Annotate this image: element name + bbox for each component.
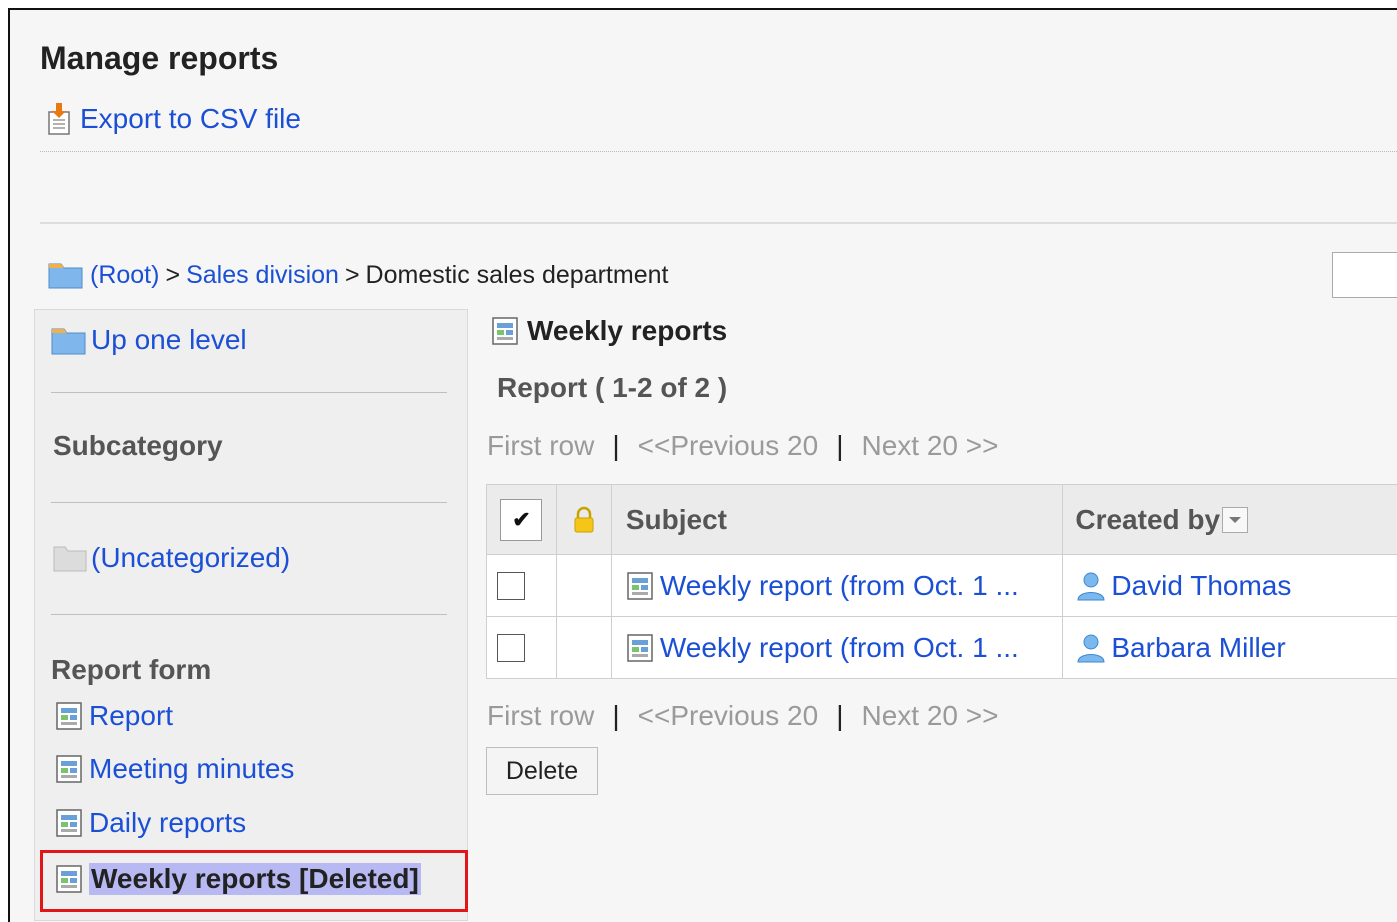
subcategory-heading: Subcategory xyxy=(53,430,223,461)
user-icon xyxy=(1077,572,1105,600)
report-form-label: Meeting minutes xyxy=(89,753,295,784)
report-form-icon xyxy=(56,865,82,893)
select-all-button[interactable]: ✔ xyxy=(500,498,543,541)
report-form-label: Daily reports xyxy=(89,807,247,838)
sidebar: Up one level Subcategory (Uncategorized)… xyxy=(34,309,468,921)
table-row: Weekly report (from Oct. 1 ... Barbara M… xyxy=(487,617,1397,679)
content-title: Weekly reports xyxy=(491,315,727,347)
report-count: Report ( 1-2 of 2 ) xyxy=(497,372,728,403)
row-checkbox[interactable] xyxy=(497,571,525,600)
report-form-link-daily-reports[interactable]: Daily reports xyxy=(55,807,246,839)
export-csv-label: Export to CSV file xyxy=(80,103,301,134)
header-created-by[interactable]: Created by xyxy=(1063,485,1397,555)
pager-next: Next 20 >> xyxy=(861,700,999,731)
export-csv-link[interactable]: Export to CSV file xyxy=(46,102,301,136)
delete-button[interactable]: Delete xyxy=(486,747,598,795)
divider xyxy=(40,151,1397,152)
pager-top: First row | <<Previous 20 | Next 20 >> xyxy=(487,430,998,462)
user-link[interactable]: Barbara Miller xyxy=(1075,631,1286,664)
header-subject: Subject xyxy=(611,485,1064,555)
sidebar-divider xyxy=(51,392,447,393)
user-name: Barbara Miller xyxy=(1111,631,1286,663)
user-link[interactable]: David Thomas xyxy=(1075,570,1291,602)
pager-first-row: First row xyxy=(487,700,595,731)
row-lock-cell xyxy=(556,617,612,679)
report-subject-label: Weekly report (from Oct. 1 ... xyxy=(659,569,1019,601)
row-created-by-cell: Barbara Miller xyxy=(1063,617,1397,679)
breadcrumb-separator: > xyxy=(344,260,360,289)
report-icon xyxy=(627,633,653,662)
lock-icon xyxy=(574,506,594,532)
row-created-by-cell: David Thomas xyxy=(1063,555,1397,617)
row-subject-cell: Weekly report (from Oct. 1 ... xyxy=(611,555,1064,617)
pager-previous: <<Previous 20 xyxy=(637,700,819,731)
folder-icon xyxy=(53,546,87,572)
breadcrumb-current: Domestic sales department xyxy=(365,260,669,289)
export-icon xyxy=(48,103,70,135)
uncategorized-link[interactable]: (Uncategorized) xyxy=(53,542,290,574)
row-checkbox[interactable] xyxy=(497,633,525,662)
pager-separator: | xyxy=(836,430,844,461)
breadcrumb-root-link[interactable]: (Root) xyxy=(90,261,159,290)
report-form-label: Report xyxy=(89,700,174,731)
selected-form-label: Weekly reports [Deleted] xyxy=(89,863,421,895)
row-subject-cell: Weekly report (from Oct. 1 ... xyxy=(611,617,1064,679)
up-one-level-label: Up one level xyxy=(91,324,247,355)
header-check-cell: ✔ xyxy=(487,485,557,555)
pager-next: Next 20 >> xyxy=(861,430,999,461)
row-check-cell xyxy=(487,555,557,617)
page-title: Manage reports xyxy=(40,40,279,76)
header-lock-cell xyxy=(556,485,612,555)
pager-previous: <<Previous 20 xyxy=(637,430,819,461)
report-form-heading: Report form xyxy=(51,654,212,685)
report-form-icon xyxy=(56,809,82,837)
report-form-icon xyxy=(492,317,518,345)
table-header-row: ✔ Subject Created by xyxy=(487,485,1397,555)
divider xyxy=(40,222,1397,224)
table-row: Weekly report (from Oct. 1 ... David Tho… xyxy=(487,555,1397,617)
breadcrumb: (Root) > Sales division > Domestic sales… xyxy=(48,260,668,290)
folder-icon xyxy=(48,263,83,289)
report-form-icon xyxy=(56,755,82,783)
pager-first-row: First row xyxy=(487,430,595,461)
folder-up-icon xyxy=(51,328,86,355)
report-subject-link[interactable]: Weekly report (from Oct. 1 ... xyxy=(626,570,1019,602)
pager-separator: | xyxy=(612,700,620,731)
report-form-link-meeting-minutes[interactable]: Meeting minutes xyxy=(55,753,294,785)
reports-table: ✔ Subject Created by Weekly report (from… xyxy=(486,484,1397,679)
breadcrumb-sales-division-link[interactable]: Sales division xyxy=(186,261,339,290)
report-form-icon xyxy=(56,702,82,730)
breadcrumb-separator: > xyxy=(165,260,181,289)
report-subject-link[interactable]: Weekly report (from Oct. 1 ... xyxy=(626,632,1019,664)
report-form-link-report[interactable]: Report xyxy=(55,700,173,732)
sidebar-divider xyxy=(51,502,447,503)
row-check-cell xyxy=(487,617,557,679)
pager-separator: | xyxy=(836,700,844,731)
uncategorized-label: (Uncategorized) xyxy=(91,542,291,573)
header-created-by-label: Created by xyxy=(1075,503,1221,535)
row-lock-cell xyxy=(556,555,612,617)
user-name: David Thomas xyxy=(1111,569,1292,601)
search-input[interactable] xyxy=(1332,252,1397,298)
user-icon xyxy=(1077,634,1105,662)
report-subject-label: Weekly report (from Oct. 1 ... xyxy=(659,631,1019,663)
up-one-level-link[interactable]: Up one level xyxy=(51,324,247,356)
sidebar-divider xyxy=(51,614,447,615)
pager-bottom: First row | <<Previous 20 | Next 20 >> xyxy=(487,700,998,732)
pager-separator: | xyxy=(612,430,620,461)
chevron-down-icon xyxy=(1229,516,1242,523)
report-form-link-weekly-reports[interactable]: Weekly reports [Deleted] xyxy=(55,863,421,895)
report-icon xyxy=(627,571,653,600)
content-title-label: Weekly reports xyxy=(527,315,728,346)
sort-dropdown-button[interactable] xyxy=(1222,506,1249,533)
